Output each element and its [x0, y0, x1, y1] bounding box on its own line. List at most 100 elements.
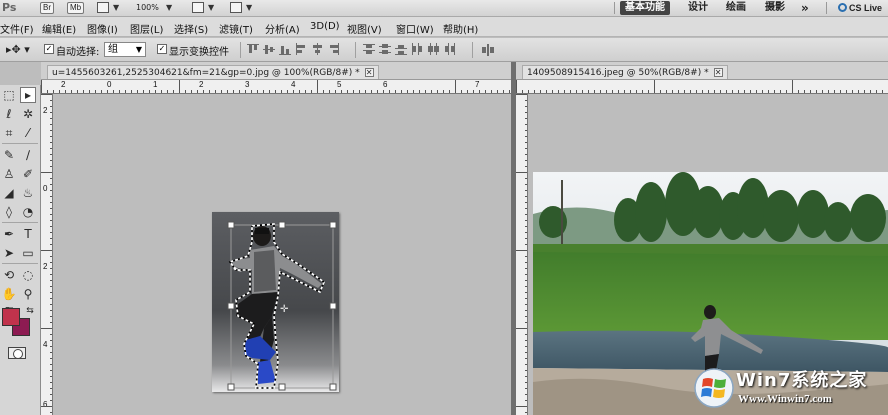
- auto-select-dropdown[interactable]: 组 ▼: [104, 42, 146, 57]
- chevron-down-icon: ▼: [135, 45, 142, 54]
- swap-colors-icon[interactable]: ⇆: [22, 303, 38, 319]
- zoom-level[interactable]: 100%: [136, 3, 159, 12]
- menu-filter[interactable]: 滤镜(T): [219, 21, 253, 36]
- show-transform-checkbox[interactable]: ✓: [157, 44, 167, 54]
- align-hcenter-icon[interactable]: [311, 43, 323, 55]
- healing-brush-tool-icon[interactable]: ✎: [1, 147, 17, 163]
- photoshop-window: Ps Br Mb ▼ 100% ▼ ▼ ▼ 基本功能 设计 绘画 摄影 » CS…: [0, 0, 888, 415]
- brush-tool-icon[interactable]: ∕: [20, 147, 36, 163]
- divider: [614, 2, 615, 14]
- zoom-tool-icon[interactable]: ⚲: [20, 286, 36, 302]
- magic-wand-tool-icon[interactable]: ✲: [20, 106, 36, 122]
- align-bottom-icon[interactable]: [279, 43, 291, 55]
- chevron-down-icon[interactable]: ▼: [166, 3, 172, 12]
- menu-3d[interactable]: 3D(D): [310, 21, 340, 32]
- application-bar: Ps Br Mb ▼ 100% ▼ ▼ ▼ 基本功能 设计 绘画 摄影 » CS…: [0, 0, 888, 17]
- distribute-vcenter-icon[interactable]: [379, 43, 391, 55]
- show-transform-label: 显示变换控件: [169, 47, 229, 58]
- align-top-icon[interactable]: [247, 43, 259, 55]
- chevron-down-icon[interactable]: ▼: [113, 3, 119, 12]
- menu-help[interactable]: 帮助(H): [443, 21, 478, 36]
- workspace-essentials[interactable]: 基本功能: [620, 1, 670, 15]
- menu-file[interactable]: 文件(F): [0, 21, 34, 36]
- 3d-rotate-tool-icon[interactable]: ⟲: [1, 267, 17, 283]
- close-icon[interactable]: ✕: [364, 68, 374, 77]
- eraser-tool-icon[interactable]: ◢: [1, 185, 17, 201]
- document-title: u=1455603261,2525304621&fm=21&gp=0.jpg @…: [52, 68, 360, 78]
- type-tool-icon[interactable]: T: [20, 226, 36, 242]
- view-extras-icon[interactable]: [97, 2, 109, 13]
- cs-live-icon: [838, 3, 847, 12]
- divider: [472, 42, 473, 58]
- menu-select[interactable]: 选择(S): [174, 21, 208, 36]
- move-tool-icon[interactable]: ▸: [20, 87, 36, 103]
- site-watermark: Win7系统之家 Www.Winwin7.com: [692, 362, 888, 415]
- horizontal-ruler: 2 0 1 2 3 4 5 6 7: [41, 80, 511, 94]
- cs-live-button[interactable]: CS Live: [838, 0, 882, 16]
- eyedropper-tool-icon[interactable]: ⁄: [20, 125, 36, 141]
- workspace-design[interactable]: 设计: [683, 0, 713, 16]
- distribute-hcenter-icon[interactable]: [427, 43, 439, 55]
- document-tab-bar: 1409508915416.jpeg @ 50%(RGB/8#) * ✕: [516, 62, 888, 80]
- document-tab-right[interactable]: 1409508915416.jpeg @ 50%(RGB/8#) * ✕: [522, 65, 728, 79]
- minibridge-button[interactable]: Mb: [67, 2, 85, 14]
- toolbox: ⬚ ▸ ℓ ✲ ⌗ ⁄ ✎ ∕ ♙ ✐ ◢ ♨ ◊ ◔ ✒ T ➤ ▭ ⟲ ◌ …: [0, 85, 41, 415]
- quick-mask-icon[interactable]: [8, 347, 26, 359]
- distribute-left-icon[interactable]: [411, 43, 423, 55]
- windows-logo-icon: [694, 368, 734, 408]
- align-buttons: [247, 43, 339, 57]
- paint-bucket-tool-icon[interactable]: ♨: [20, 185, 36, 201]
- menu-view[interactable]: 视图(V): [347, 21, 382, 36]
- auto-align-layers-icon[interactable]: [482, 44, 494, 56]
- path-selection-tool-icon[interactable]: ➤: [1, 245, 17, 261]
- document-tab-left[interactable]: u=1455603261,2525304621&fm=21&gp=0.jpg @…: [47, 65, 379, 79]
- align-left-icon[interactable]: [295, 43, 307, 55]
- auto-select-checkbox[interactable]: ✓: [44, 44, 54, 54]
- divider: [2, 222, 38, 223]
- align-right-icon[interactable]: [327, 43, 339, 55]
- divider: [826, 2, 827, 14]
- document-title: 1409508915416.jpeg @ 50%(RGB/8#) *: [527, 68, 709, 78]
- screen-mode-icon[interactable]: [230, 2, 242, 13]
- bridge-button[interactable]: Br: [40, 2, 54, 14]
- menu-edit[interactable]: 编辑(E): [42, 21, 76, 36]
- dodge-tool-icon[interactable]: ◔: [20, 204, 36, 220]
- more-workspaces-button[interactable]: »: [796, 0, 814, 16]
- distribute-bottom-icon[interactable]: [395, 43, 407, 55]
- chevron-down-icon[interactable]: ▼: [246, 3, 252, 12]
- menu-bar: 文件(F) 编辑(E) 图像(I) 图层(L) 选择(S) 滤镜(T) 分析(A…: [0, 17, 888, 37]
- canvas-image-person[interactable]: ✛: [212, 212, 339, 392]
- marquee-tool-icon[interactable]: ⬚: [1, 87, 17, 103]
- ruler-ticks: [41, 80, 510, 93]
- person-figure: ✛: [227, 221, 337, 391]
- arrange-documents-icon[interactable]: [192, 2, 204, 13]
- rectangle-tool-icon[interactable]: ▭: [20, 245, 36, 261]
- pen-tool-icon[interactable]: ✒: [1, 226, 17, 242]
- workspace-photography[interactable]: 摄影: [760, 0, 790, 16]
- divider: [2, 143, 38, 144]
- lasso-tool-icon[interactable]: ℓ: [1, 106, 17, 122]
- hand-tool-icon[interactable]: ✋: [1, 286, 17, 302]
- ruler-ticks: [41, 94, 52, 413]
- menu-layer[interactable]: 图层(L): [130, 21, 163, 36]
- crop-tool-icon[interactable]: ⌗: [1, 125, 17, 141]
- menu-window[interactable]: 窗口(W): [396, 21, 434, 36]
- menu-image[interactable]: 图像(I): [87, 21, 118, 36]
- close-icon[interactable]: ✕: [713, 68, 723, 77]
- distribute-buttons: [363, 43, 455, 57]
- foreground-color-swatch[interactable]: [2, 308, 20, 326]
- workspace-painting[interactable]: 绘画: [721, 0, 751, 16]
- watermark-url: Www.Winwin7.com: [738, 393, 832, 405]
- clone-stamp-tool-icon[interactable]: ♙: [1, 166, 17, 182]
- chevron-down-icon[interactable]: ▼: [208, 3, 214, 12]
- blur-tool-icon[interactable]: ◊: [1, 204, 17, 220]
- auto-select-value: 组: [108, 44, 118, 55]
- menu-analysis[interactable]: 分析(A): [265, 21, 300, 36]
- distribute-right-icon[interactable]: [443, 43, 455, 55]
- history-brush-tool-icon[interactable]: ✐: [20, 166, 36, 182]
- move-tool-icon[interactable]: ▸✥ ▾: [6, 43, 30, 56]
- 3d-orbit-tool-icon[interactable]: ◌: [20, 267, 36, 283]
- align-vcenter-icon[interactable]: [263, 43, 275, 55]
- document-tab-bar: u=1455603261,2525304621&fm=21&gp=0.jpg @…: [41, 62, 511, 80]
- distribute-top-icon[interactable]: [363, 43, 375, 55]
